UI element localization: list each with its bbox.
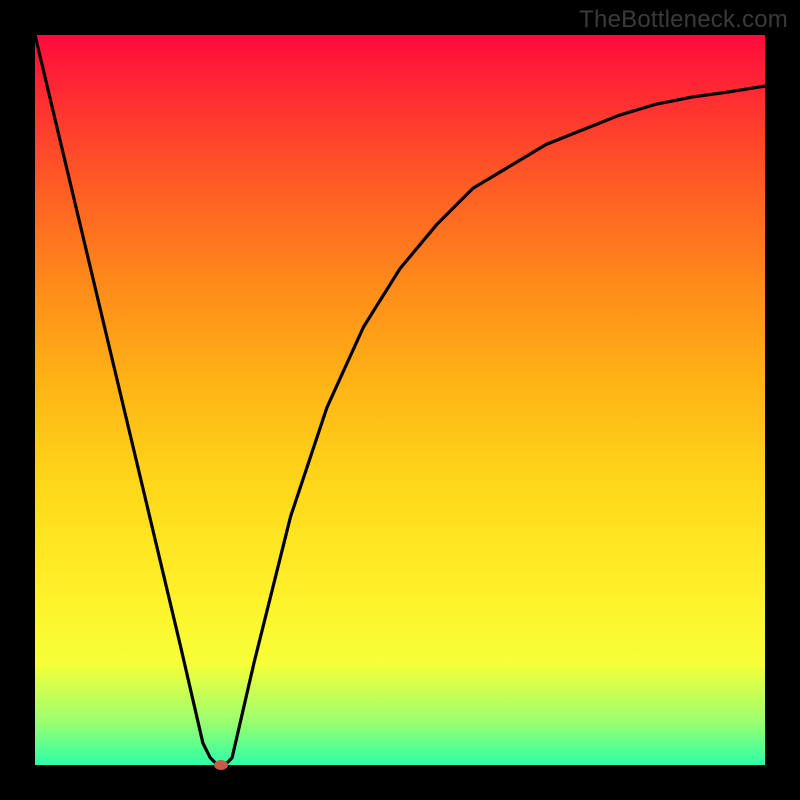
chart-frame: TheBottleneck.com (0, 0, 800, 800)
optimum-marker (214, 760, 228, 770)
curve-path (35, 35, 765, 765)
bottleneck-curve (35, 35, 765, 765)
watermark-text: TheBottleneck.com (579, 6, 788, 34)
plot-area (35, 35, 765, 765)
